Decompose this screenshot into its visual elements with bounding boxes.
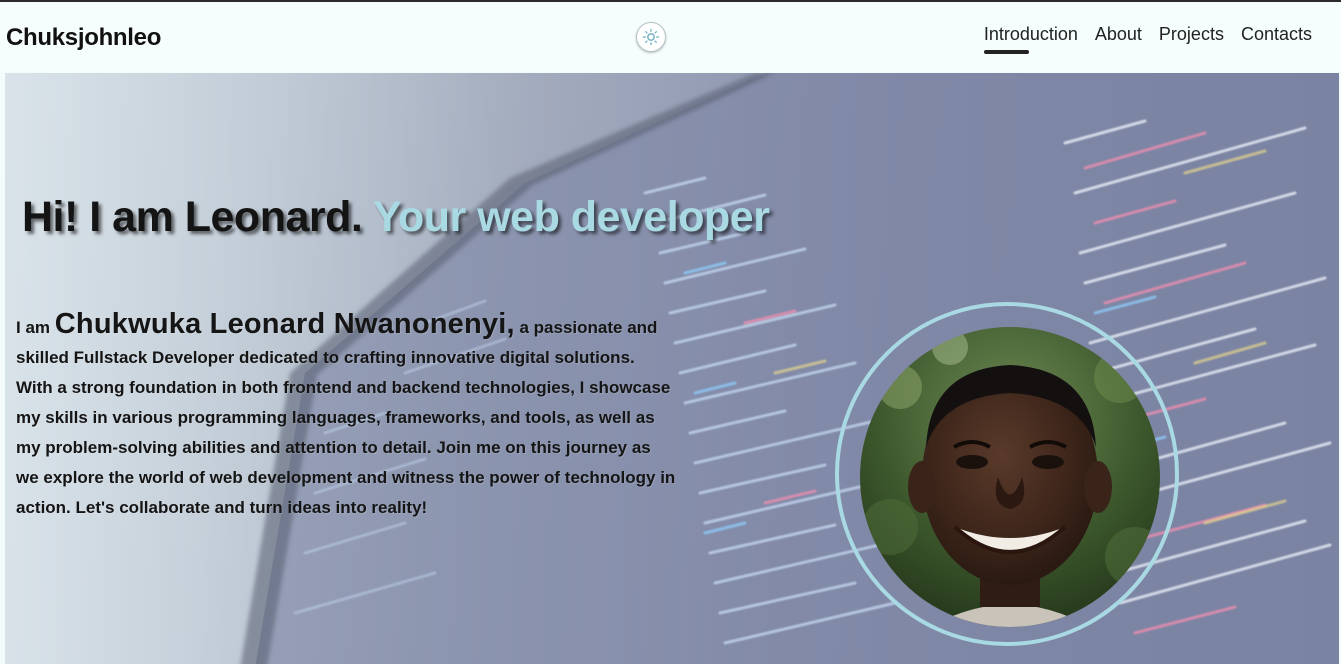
browser-viewport: Chuksjohnleo Introduction About Projects…: [0, 0, 1341, 664]
main-nav: Introduction About Projects Contacts: [983, 24, 1312, 54]
site-logo[interactable]: Chuksjohnleo: [6, 24, 161, 52]
nav-contacts[interactable]: Contacts: [1241, 24, 1312, 45]
nav-introduction[interactable]: Introduction: [983, 24, 1078, 54]
site-header: Chuksjohnleo Introduction About Projects…: [0, 2, 1341, 72]
intro-prefix: I am: [16, 318, 51, 337]
intro-paragraph: I am Chukwuka Leonard Nwanonenyi, a pass…: [16, 309, 676, 523]
theme-toggle-button[interactable]: [636, 22, 666, 52]
nav-about[interactable]: About: [1095, 24, 1142, 45]
portrait-illustration: [860, 327, 1160, 627]
sun-icon: [642, 28, 660, 46]
hero-heading-accent: Your web developer: [373, 193, 770, 241]
hero-heading-main: Hi! I am Leonard.: [22, 193, 363, 241]
intro-name: Chukwuka Leonard Nwanonenyi,: [54, 308, 515, 340]
hero-heading: Hi! I am Leonard. Your web developer: [22, 193, 770, 242]
hero-section: Hi! I am Leonard. Your web developer I a…: [5, 73, 1339, 664]
intro-body: a passionate and skilled Fullstack Devel…: [16, 318, 676, 517]
nav-projects[interactable]: Projects: [1159, 24, 1224, 45]
profile-photo: [860, 327, 1160, 627]
